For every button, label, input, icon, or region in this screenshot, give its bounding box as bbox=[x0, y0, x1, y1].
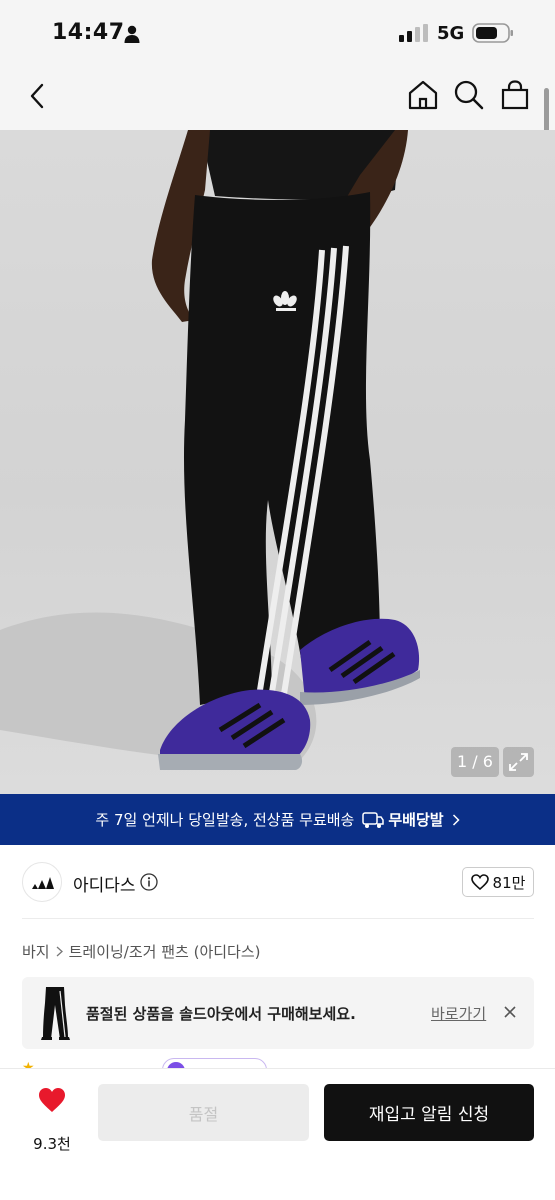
expand-button[interactable] bbox=[503, 747, 534, 777]
chevron-right-icon bbox=[452, 813, 460, 826]
brand-like-button[interactable]: 81만 bbox=[462, 867, 534, 897]
notice-go-link[interactable]: 바로가기 bbox=[431, 1003, 486, 1024]
divider bbox=[22, 918, 534, 919]
chevron-left-icon[interactable] bbox=[22, 80, 52, 112]
truck-badge-icon bbox=[362, 811, 385, 828]
restock-alert-button[interactable]: 재입고 알림 신청 bbox=[324, 1084, 534, 1141]
wishlist-count: 9.3천 bbox=[33, 1135, 71, 1153]
breadcrumb-item-pants[interactable]: 바지 bbox=[22, 941, 50, 962]
brand-like-count: 81만 bbox=[492, 873, 526, 892]
product-photo-illustration bbox=[0, 130, 420, 770]
bottom-action-bar: 9.3천 품절 재입고 알림 신청 bbox=[0, 1068, 555, 1200]
wishlist-button[interactable]: 9.3천 bbox=[22, 1087, 82, 1157]
adidas-logo-icon bbox=[32, 877, 54, 889]
signal-icon bbox=[399, 24, 428, 42]
expand-icon bbox=[509, 753, 528, 771]
search-icon[interactable] bbox=[452, 78, 486, 112]
notice-product-thumbnail bbox=[32, 985, 78, 1041]
status-time: 14:47 bbox=[52, 20, 125, 45]
battery-icon bbox=[472, 23, 513, 43]
image-counter: 1 / 6 bbox=[451, 747, 499, 777]
heart-outline-icon bbox=[470, 874, 489, 890]
home-icon[interactable] bbox=[406, 78, 440, 112]
network-label: 5G bbox=[437, 23, 465, 44]
chevron-right-icon bbox=[56, 946, 63, 957]
heart-icon bbox=[39, 1088, 65, 1112]
brand-logo[interactable] bbox=[22, 862, 62, 902]
person-icon bbox=[124, 25, 140, 43]
breadcrumb-item-training-pants[interactable]: 트레이닝/조거 팬츠 (아디다스) bbox=[69, 941, 261, 962]
soldout-button[interactable]: 품절 bbox=[98, 1084, 309, 1141]
free-shipping-banner[interactable]: 주 7일 언제나 당일발송, 전상품 무료배송 무배당발 bbox=[0, 794, 555, 845]
breadcrumb: 바지 트레이닝/조거 팬츠 (아디다스) bbox=[22, 941, 261, 962]
shopping-bag-icon[interactable] bbox=[498, 78, 532, 112]
banner-text: 주 7일 언제나 당일발송, 전상품 무료배송 bbox=[95, 811, 355, 829]
status-bar: 14:47 5G bbox=[0, 0, 555, 66]
banner-badge-label: 무배당발 bbox=[388, 811, 444, 829]
close-icon[interactable] bbox=[503, 1005, 517, 1019]
product-image[interactable] bbox=[0, 130, 555, 794]
info-icon[interactable] bbox=[140, 873, 158, 891]
brand-name[interactable]: 아디다스 bbox=[73, 871, 136, 896]
soldout-notice: 품절된 상품을 솔드아웃에서 구매해보세요. 바로가기 bbox=[22, 977, 534, 1049]
top-nav-bar bbox=[0, 66, 555, 130]
notice-text: 품절된 상품을 솔드아웃에서 구매해보세요. bbox=[86, 1005, 356, 1023]
